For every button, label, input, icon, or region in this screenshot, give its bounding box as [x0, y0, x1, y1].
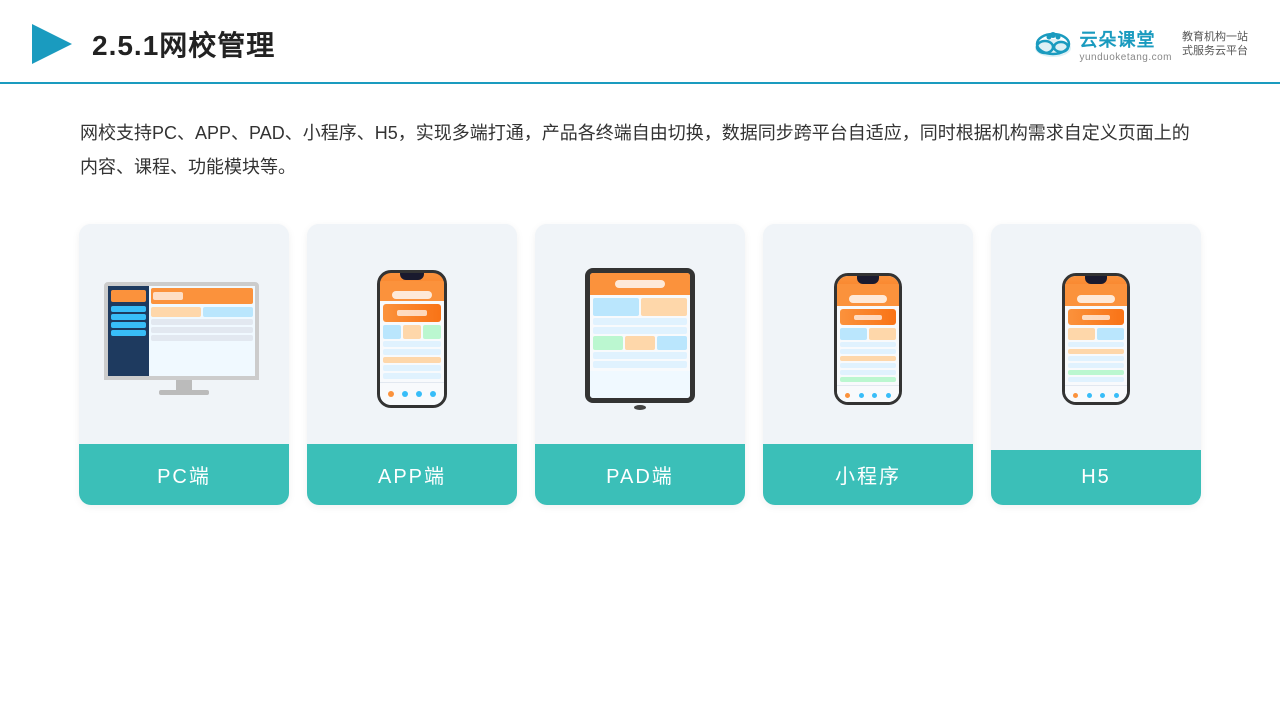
card-pc: PC端: [79, 224, 289, 505]
pad-tablet-icon: [585, 268, 695, 410]
brand-url: yunduoketang.com: [1079, 52, 1172, 63]
header: 2.5.1网校管理 云朵课堂 yunduoketang.com 教育机构一站: [0, 0, 1280, 84]
h5-phone-icon: [1062, 273, 1130, 405]
cloud-brand-icon: [1031, 28, 1075, 60]
header-left: 2.5.1网校管理: [24, 18, 275, 70]
miniprogram-phone-icon: [834, 273, 902, 405]
cards-container: PC端: [0, 204, 1280, 535]
card-h5-image: [991, 224, 1201, 444]
logo-arrow-icon: [24, 18, 76, 70]
card-h5-label: H5: [991, 450, 1201, 505]
card-miniprogram-label: 小程序: [763, 444, 973, 505]
card-app-image: [307, 224, 517, 444]
brand-name: 云朵课堂: [1079, 26, 1172, 52]
card-pad-image: [535, 224, 745, 444]
page-title: 2.5.1网校管理: [92, 24, 275, 64]
card-pc-label: PC端: [79, 444, 289, 505]
card-h5: H5: [991, 224, 1201, 505]
app-phone-icon: [377, 270, 447, 408]
brand-tagline-line2: 式服务云平台: [1182, 44, 1248, 58]
card-miniprogram: 小程序: [763, 224, 973, 505]
description-text: 网校支持PC、APP、PAD、小程序、H5，实现多端打通，产品各终端自由切换，数…: [0, 84, 1280, 204]
card-pad-label: PAD端: [535, 444, 745, 505]
card-miniprogram-image: [763, 224, 973, 444]
card-pc-image: [79, 224, 289, 444]
pc-monitor-icon: [104, 282, 264, 397]
card-pad: PAD端: [535, 224, 745, 505]
brand-area: 云朵课堂 yunduoketang.com 教育机构一站 式服务云平台: [1031, 26, 1248, 63]
brand-tagline-line1: 教育机构一站: [1182, 30, 1248, 44]
card-app: APP端: [307, 224, 517, 505]
card-app-label: APP端: [307, 444, 517, 505]
